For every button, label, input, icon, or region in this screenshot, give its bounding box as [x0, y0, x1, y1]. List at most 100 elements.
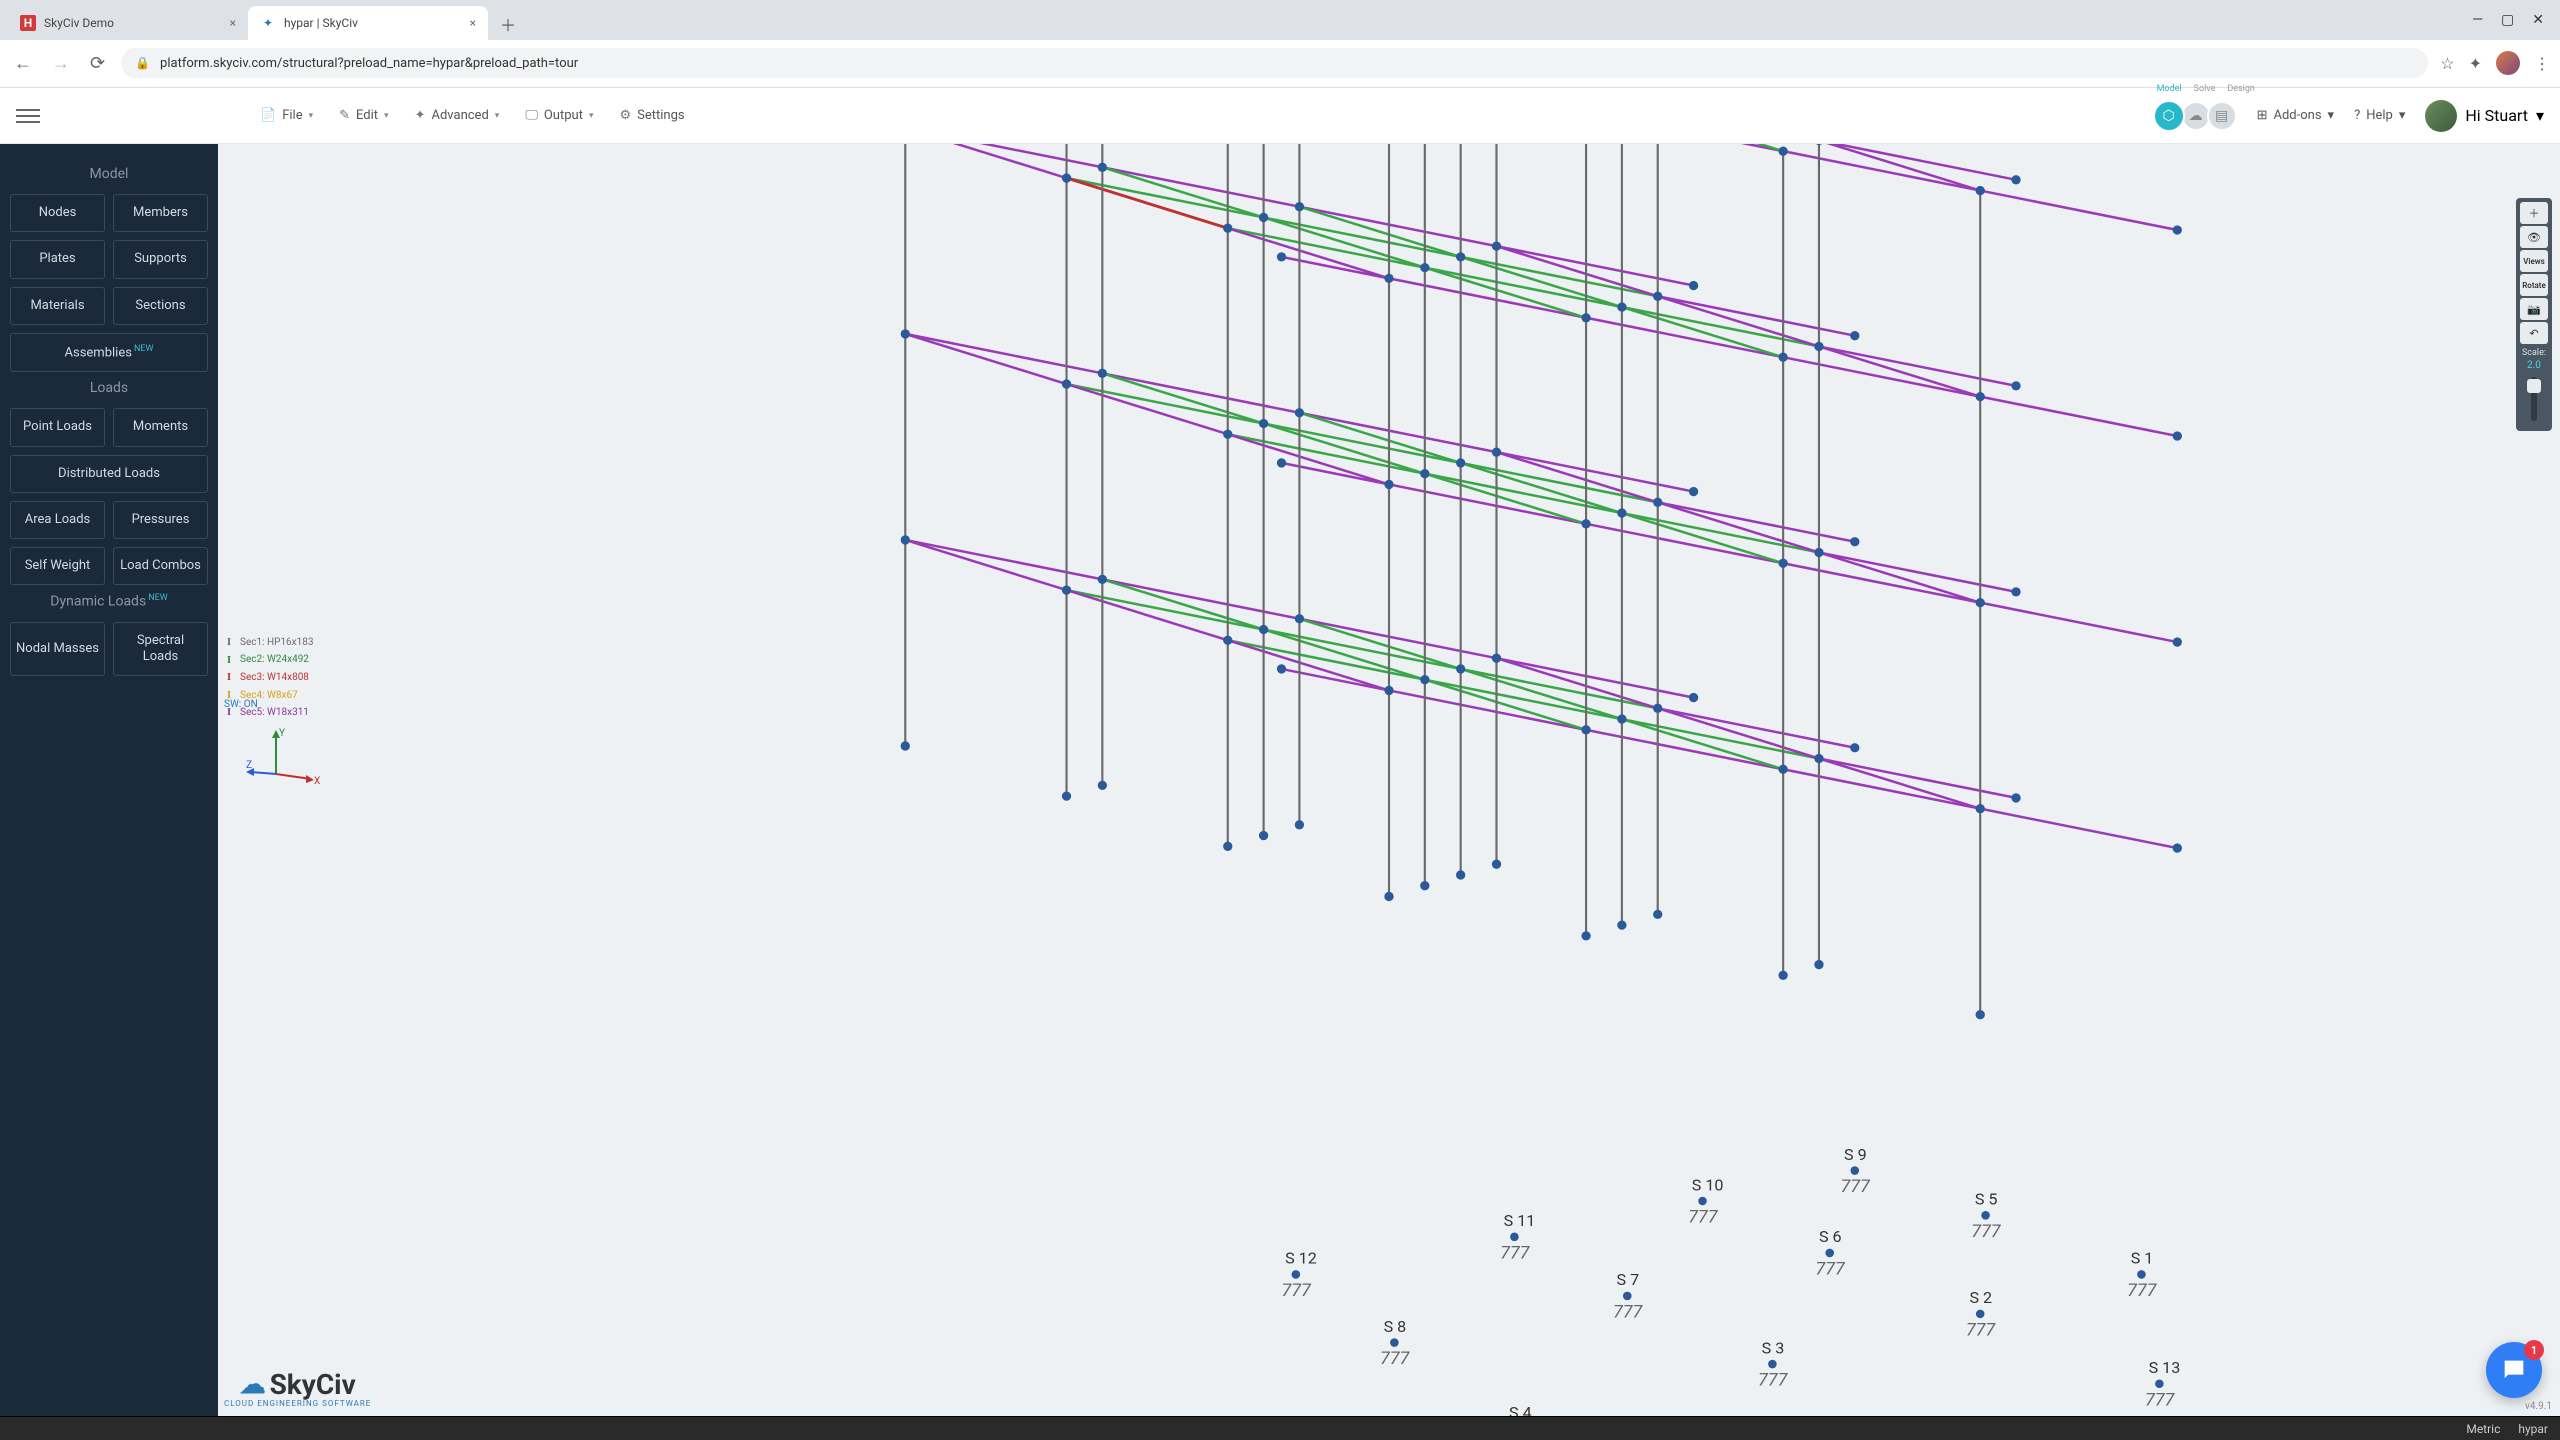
address-row: ← → ⟳ 🔒 platform.skyciv.com/structural?p… [0, 40, 2560, 87]
tab-strip: H SkyCiv Demo × ✦ hypar | SkyCiv × ＋ — ▢… [0, 0, 2560, 40]
hamburger-icon[interactable] [16, 104, 40, 128]
btn-point-loads[interactable]: Point Loads [10, 408, 105, 446]
svg-text:S 7: S 7 [1617, 1270, 1640, 1289]
scale-slider[interactable] [2531, 377, 2537, 421]
user-menu[interactable]: Hi Stuart ▾ [2425, 100, 2544, 132]
extensions-icon[interactable]: ✦ [2469, 54, 2482, 73]
gear-icon: ⚙ [619, 108, 631, 123]
svg-text:S 12: S 12 [1285, 1249, 1317, 1268]
mode-model[interactable]: ⬡ [2153, 100, 2185, 132]
tab-title-1: hypar | SkyCiv [284, 16, 358, 30]
lock-icon: 🔒 [135, 56, 150, 70]
svg-text:777: 777 [1840, 1176, 1871, 1197]
svg-text:777: 777 [1688, 1207, 1719, 1228]
chat-badge: 1 [2524, 1340, 2544, 1360]
user-avatar [2425, 100, 2457, 132]
mode-design[interactable]: ▤ [2207, 101, 2237, 131]
mode-toggle[interactable]: Model Solve Design ⬡ ☁ ▤ [2157, 100, 2237, 132]
camera-button[interactable]: 📷 [2520, 298, 2548, 320]
svg-text:S 2: S 2 [1969, 1288, 1992, 1307]
close-icon[interactable]: × [470, 16, 476, 30]
svg-text:777: 777 [1758, 1370, 1789, 1391]
grid-icon: ⊞ [2257, 108, 2268, 123]
svg-text:S 4: S 4 [1509, 1403, 1532, 1416]
user-greeting: Hi Stuart [2465, 106, 2528, 125]
svg-text:S 5: S 5 [1975, 1190, 1998, 1209]
skyciv-logo: ☁SkyCiv CLOUD ENGINEERING SOFTWARE [224, 1368, 371, 1408]
units-label[interactable]: Metric [2466, 1422, 2500, 1436]
browser-tab-1[interactable]: ✦ hypar | SkyCiv × [248, 6, 488, 40]
close-window-icon[interactable]: ✕ [2532, 12, 2544, 28]
minimize-icon[interactable]: — [2472, 12, 2483, 28]
menu-icon[interactable]: ⋮ [2534, 54, 2550, 73]
star-icon[interactable]: ☆ [2440, 54, 2454, 73]
btn-materials[interactable]: Materials [10, 287, 105, 325]
favicon-0: H [20, 15, 36, 31]
back-icon[interactable]: ← [10, 49, 36, 78]
sidebar-title-model: Model [10, 166, 208, 182]
svg-text:S 3: S 3 [1762, 1338, 1785, 1357]
btn-nodes[interactable]: Nodes [10, 194, 105, 232]
btn-members[interactable]: Members [113, 194, 208, 232]
svg-text:777: 777 [2127, 1280, 2158, 1301]
btn-pressures[interactable]: Pressures [113, 501, 208, 539]
file-icon: 📄 [260, 108, 276, 123]
preset-label[interactable]: hypar [2518, 1422, 2548, 1436]
maximize-icon[interactable]: ▢ [2501, 12, 2514, 28]
rotate-button[interactable]: Rotate [2520, 274, 2548, 296]
zoom-in-button[interactable]: ＋ [2520, 202, 2548, 224]
btn-distributed-loads[interactable]: Distributed Loads [10, 455, 208, 493]
menu-file[interactable]: 📄File▾ [260, 108, 313, 123]
monitor-icon: 🖵 [525, 108, 538, 123]
svg-text:S 9: S 9 [1844, 1145, 1867, 1164]
model-canvas[interactable]: S 1777S 2777S 3777S 4777S 5777S 6777S 77… [218, 144, 2560, 1416]
svg-text:777: 777 [1966, 1319, 1997, 1340]
reload-icon[interactable]: ⟳ [86, 49, 109, 78]
btn-self-weight[interactable]: Self Weight [10, 547, 105, 585]
model-svg[interactable]: S 1777S 2777S 3777S 4777S 5777S 6777S 77… [218, 144, 2560, 1416]
menu-edit[interactable]: ✎Edit▾ [339, 108, 388, 123]
svg-text:X: X [314, 776, 320, 787]
btn-plates[interactable]: Plates [10, 240, 105, 278]
favicon-1: ✦ [260, 15, 276, 31]
cloud-icon: ☁ [240, 1370, 266, 1400]
forward-icon[interactable]: → [48, 49, 74, 78]
browser-tab-0[interactable]: H SkyCiv Demo × [8, 6, 248, 40]
btn-assemblies[interactable]: AssembliesNEW [10, 333, 208, 373]
svg-text:S 6: S 6 [1819, 1227, 1842, 1246]
menu-advanced[interactable]: ✦Advanced▾ [415, 108, 500, 123]
btn-moments[interactable]: Moments [113, 408, 208, 446]
svg-text:777: 777 [1613, 1301, 1644, 1322]
menu-addons[interactable]: ⊞Add-ons▾ [2257, 108, 2334, 123]
svg-text:S 10: S 10 [1692, 1175, 1724, 1194]
new-tab-button[interactable]: ＋ [494, 10, 522, 38]
visibility-button[interactable]: 👁 [2520, 226, 2548, 248]
sidebar: Model Nodes Members Plates Supports Mate… [0, 144, 218, 1416]
close-icon[interactable]: × [230, 16, 236, 30]
tab-title-0: SkyCiv Demo [44, 16, 114, 30]
btn-load-combos[interactable]: Load Combos [113, 547, 208, 585]
help-icon: ? [2354, 108, 2360, 123]
sidebar-title-dynamic: Dynamic LoadsNEW [10, 593, 208, 610]
svg-text:777: 777 [1282, 1280, 1313, 1301]
scale-label: Scale: [2522, 348, 2546, 358]
sidebar-title-loads: Loads [10, 380, 208, 396]
undo-view-button[interactable]: ↶ [2520, 322, 2548, 344]
menu-help[interactable]: ?Help▾ [2354, 108, 2405, 123]
menu-output[interactable]: 🖵Output▾ [525, 108, 593, 123]
profile-avatar[interactable] [2496, 51, 2520, 75]
svg-text:S 13: S 13 [2149, 1358, 2181, 1377]
svg-text:777: 777 [1380, 1348, 1411, 1369]
btn-spectral-loads[interactable]: Spectral Loads [113, 622, 208, 677]
address-bar[interactable]: 🔒 platform.skyciv.com/structural?preload… [121, 48, 2428, 78]
btn-area-loads[interactable]: Area Loads [10, 501, 105, 539]
views-button[interactable]: Views [2520, 250, 2548, 272]
svg-text:777: 777 [1971, 1221, 2002, 1242]
btn-nodal-masses[interactable]: Nodal Masses [10, 622, 105, 677]
btn-supports[interactable]: Supports [113, 240, 208, 278]
menu-settings[interactable]: ⚙Settings [619, 108, 684, 123]
svg-text:Y: Y [279, 728, 285, 739]
btn-sections[interactable]: Sections [113, 287, 208, 325]
chat-button[interactable]: 1 [2486, 1342, 2542, 1398]
view-toolbar: ＋ 👁 Views Rotate 📷 ↶ Scale: 2.0 [2516, 198, 2552, 431]
